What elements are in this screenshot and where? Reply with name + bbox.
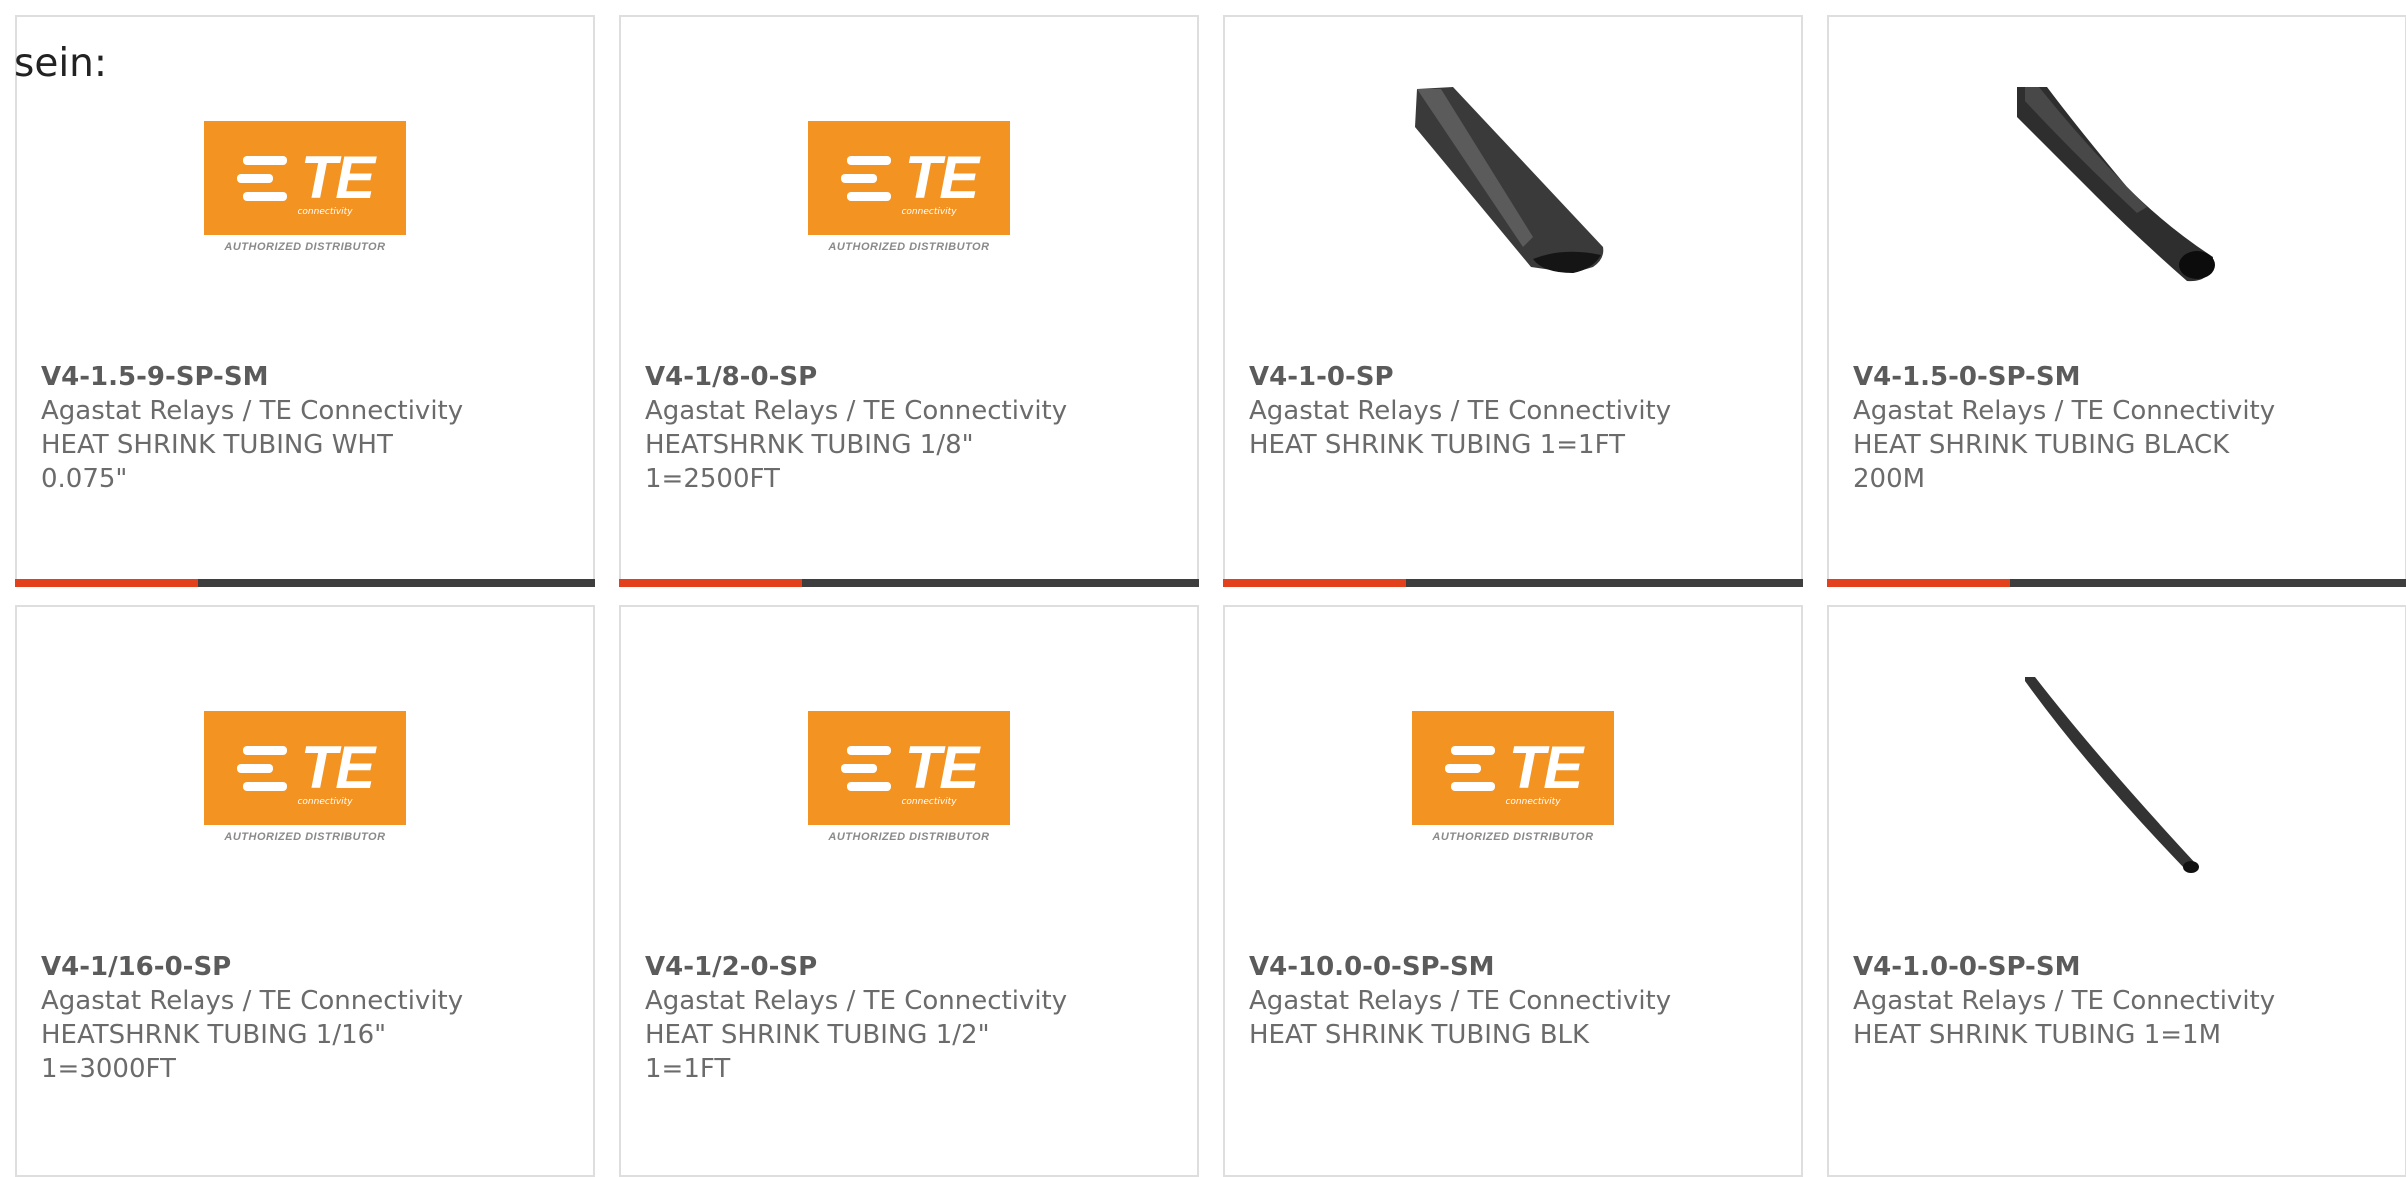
- part-number[interactable]: V4-1.0-0-SP-SM: [1853, 950, 2385, 984]
- product-image[interactable]: TE connectivity AUTHORIZED DISTRIBUTOR: [204, 87, 406, 287]
- product-image[interactable]: [2017, 677, 2217, 877]
- manufacturer: Agastat Relays / TE Connectivity: [41, 986, 464, 1016]
- product-card[interactable]: V4-1.5-0-SP-SM Agastat Relays / TE Conne…: [1827, 15, 2406, 587]
- manufacturer: Agastat Relays / TE Connectivity: [1853, 986, 2276, 1016]
- card-bottom-bar: [1827, 579, 2406, 587]
- card-bottom-bar: [619, 579, 1199, 587]
- part-number[interactable]: V4-1.5-0-SP-SM: [1853, 360, 2385, 394]
- intro-text: sein:: [14, 41, 108, 86]
- product-image[interactable]: [1413, 87, 1613, 287]
- description-line-2: 1=3000FT: [41, 1054, 176, 1084]
- part-number[interactable]: V4-1.5-9-SP-SM: [41, 360, 573, 394]
- description-line-1: HEAT SHRINK TUBING WHT: [41, 430, 393, 460]
- description-line-2: 200M: [1853, 464, 1926, 494]
- product-card[interactable]: V4-1-0-SP Agastat Relays / TE Connectivi…: [1223, 15, 1803, 587]
- product-card[interactable]: V4-1.0-0-SP-SM Agastat Relays / TE Conne…: [1827, 605, 2406, 1177]
- product-image[interactable]: TE connectivity AUTHORIZED DISTRIBUTOR: [808, 677, 1010, 877]
- heat-shrink-tube-flat-image: [1415, 87, 1604, 273]
- product-grid: TE connectivity AUTHORIZED DISTRIBUTOR V…: [0, 0, 2406, 1177]
- manufacturer: Agastat Relays / TE Connectivity: [645, 396, 1068, 426]
- product-card[interactable]: TE connectivity AUTHORIZED DISTRIBUTOR V…: [1223, 605, 1803, 1177]
- description-line-2: 1=2500FT: [645, 464, 780, 494]
- te-connectivity-logo: TE connectivity AUTHORIZED DISTRIBUTOR: [1412, 711, 1614, 843]
- product-card[interactable]: TE connectivity AUTHORIZED DISTRIBUTOR V…: [15, 605, 595, 1177]
- description-line-1: HEAT SHRINK TUBING 1/2": [645, 1020, 990, 1050]
- description-line-2: 1=1FT: [645, 1054, 731, 1084]
- te-connectivity-logo: TE connectivity AUTHORIZED DISTRIBUTOR: [204, 711, 406, 843]
- manufacturer: Agastat Relays / TE Connectivity: [1249, 396, 1672, 426]
- description-line-1: HEAT SHRINK TUBING 1=1FT: [1249, 430, 1625, 460]
- description-line-1: HEAT SHRINK TUBING BLACK: [1853, 430, 2230, 460]
- part-number[interactable]: V4-1-0-SP: [1249, 360, 1781, 394]
- part-number[interactable]: V4-1/8-0-SP: [645, 360, 1177, 394]
- description-line-1: HEATSHRNK TUBING 1/8": [645, 430, 974, 460]
- heat-shrink-tube-thin-image: [2025, 677, 2199, 873]
- product-image[interactable]: TE connectivity AUTHORIZED DISTRIBUTOR: [808, 87, 1010, 287]
- description-line-1: HEAT SHRINK TUBING 1=1M: [1853, 1020, 2222, 1050]
- card-bottom-bar: [1223, 579, 1803, 587]
- product-card[interactable]: TE connectivity AUTHORIZED DISTRIBUTOR V…: [619, 605, 1199, 1177]
- te-connectivity-logo: TE connectivity AUTHORIZED DISTRIBUTOR: [808, 121, 1010, 253]
- part-number[interactable]: V4-1/16-0-SP: [41, 950, 573, 984]
- te-connectivity-logo: TE connectivity AUTHORIZED DISTRIBUTOR: [204, 121, 406, 253]
- part-number[interactable]: V4-1/2-0-SP: [645, 950, 1177, 984]
- product-card[interactable]: TE connectivity AUTHORIZED DISTRIBUTOR V…: [619, 15, 1199, 587]
- manufacturer: Agastat Relays / TE Connectivity: [1853, 396, 2276, 426]
- manufacturer: Agastat Relays / TE Connectivity: [41, 396, 464, 426]
- manufacturer: Agastat Relays / TE Connectivity: [645, 986, 1068, 1016]
- product-image[interactable]: [2017, 87, 2217, 287]
- product-card[interactable]: TE connectivity AUTHORIZED DISTRIBUTOR V…: [15, 15, 595, 587]
- heat-shrink-tube-round-image: [2017, 87, 2215, 282]
- product-image[interactable]: TE connectivity AUTHORIZED DISTRIBUTOR: [1412, 677, 1614, 877]
- description-line-2: 0.075": [41, 464, 128, 494]
- manufacturer: Agastat Relays / TE Connectivity: [1249, 986, 1672, 1016]
- part-number[interactable]: V4-10.0-0-SP-SM: [1249, 950, 1781, 984]
- card-bottom-bar: [15, 579, 595, 587]
- description-line-1: HEAT SHRINK TUBING BLK: [1249, 1020, 1590, 1050]
- description-line-1: HEATSHRNK TUBING 1/16": [41, 1020, 387, 1050]
- product-image[interactable]: TE connectivity AUTHORIZED DISTRIBUTOR: [204, 677, 406, 877]
- te-connectivity-logo: TE connectivity AUTHORIZED DISTRIBUTOR: [808, 711, 1010, 843]
